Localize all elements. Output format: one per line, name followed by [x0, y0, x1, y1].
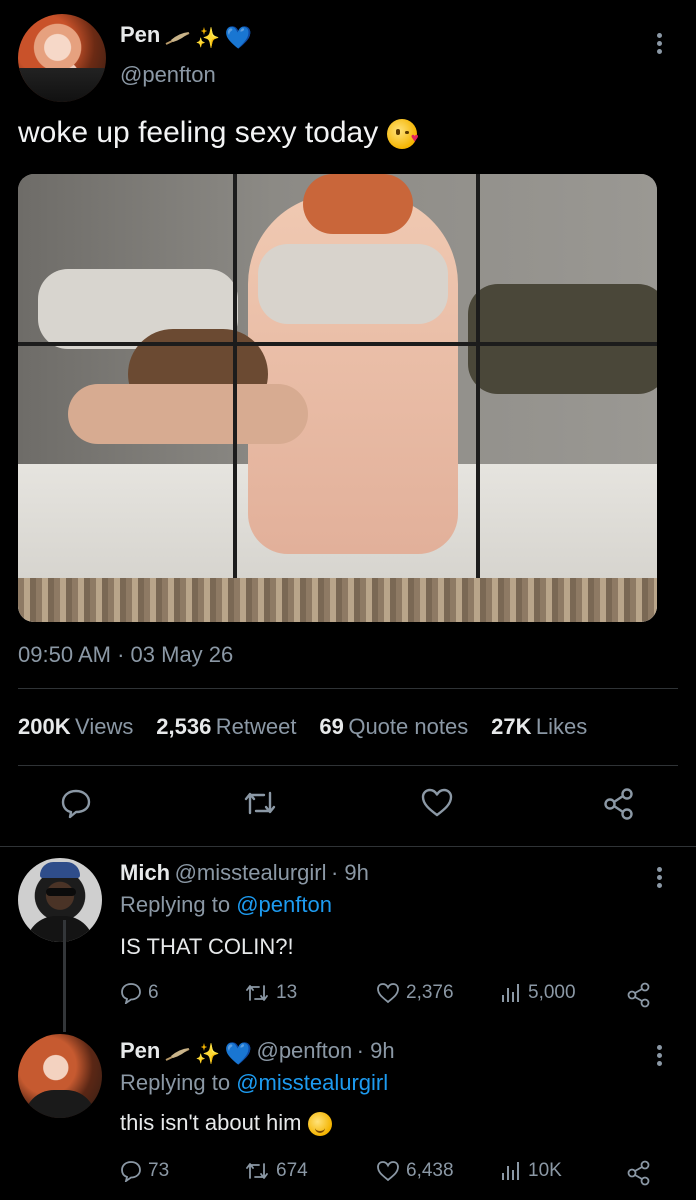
- tweet-date[interactable]: 03 May 26: [131, 642, 234, 667]
- reply-like-count: 2,376: [406, 982, 454, 1003]
- blue-heart-icon: 💙: [224, 1040, 253, 1066]
- reply-text: this isn't about him: [120, 1110, 302, 1135]
- reply-author-handle[interactable]: @misstealurgirl: [175, 860, 327, 885]
- tweet-text-row: woke up feeling sexy today ♥: [18, 116, 419, 150]
- reply-avatar[interactable]: [18, 858, 102, 942]
- reply-author-name[interactable]: Pen: [120, 1038, 160, 1063]
- divider: [18, 765, 678, 766]
- reply-retweet-button[interactable]: 674: [244, 1160, 308, 1182]
- reply-like-button[interactable]: 6,438: [376, 1160, 454, 1182]
- author-avatar[interactable]: [18, 14, 106, 102]
- replying-to-handle[interactable]: @penfton: [236, 892, 332, 917]
- views-label: Views: [75, 714, 134, 739]
- retweet-icon: [246, 1163, 268, 1179]
- author-name[interactable]: Pen: [120, 22, 160, 47]
- comment-icon: [121, 983, 141, 1004]
- likes-stat[interactable]: 27K Likes: [491, 714, 587, 739]
- replying-to-prefix: Replying to: [120, 1070, 231, 1095]
- replying-to: Replying to @misstealurgirl: [120, 1070, 388, 1096]
- retweet-icon[interactable]: [242, 787, 278, 819]
- heart-icon[interactable]: [420, 787, 454, 819]
- reply-views-button[interactable]: 10K: [500, 1160, 562, 1182]
- sparkles-icon: ✨: [195, 1043, 221, 1066]
- retweets-count: 2,536: [156, 714, 212, 739]
- tweet-text: woke up feeling sexy today: [18, 116, 379, 149]
- sparkles-icon: ✨: [195, 27, 221, 50]
- retweet-icon: [246, 985, 268, 1001]
- replying-to: Replying to @penfton: [120, 892, 332, 918]
- retweets-stat[interactable]: 2,536 Retweet: [156, 714, 301, 739]
- share-icon[interactable]: [626, 982, 652, 1013]
- reply-views-count: 5,000: [528, 982, 576, 1003]
- comment-icon: [121, 1161, 141, 1182]
- heart-icon: [377, 983, 399, 1004]
- kissing-face-icon: ♥: [386, 119, 419, 150]
- more-options-icon[interactable]: [656, 30, 662, 57]
- reply-comment-button[interactable]: 6: [120, 982, 159, 1004]
- likes-count: 27K: [491, 714, 532, 739]
- reply-text-row: this isn't about him: [120, 1110, 332, 1137]
- reply-author-handle[interactable]: @penfton: [256, 1038, 352, 1063]
- reply-retweet-button[interactable]: 13: [244, 982, 297, 1004]
- tweet-stats: 200K Views 2,536 Retweet 69 Quote notes …: [18, 714, 587, 740]
- views-chart-icon: [502, 1162, 519, 1180]
- comment-icon[interactable]: [60, 787, 92, 819]
- reply-avatar[interactable]: [18, 1034, 102, 1118]
- reply-retweet-count: 13: [276, 982, 298, 1003]
- reply-header: Pen ✨ 💙 @penfton · 9h: [120, 1038, 395, 1067]
- reply-views-button[interactable]: 5,000: [500, 982, 576, 1004]
- replying-to-prefix: Replying to: [120, 892, 231, 917]
- reply-header: Mich @misstealurgirl · 9h: [120, 860, 369, 886]
- views-stat[interactable]: 200K Views: [18, 714, 138, 739]
- quotes-stat[interactable]: 69 Quote notes: [319, 714, 472, 739]
- tweet-photo[interactable]: [18, 174, 657, 622]
- tweet-time[interactable]: 09:50 AM: [18, 642, 111, 667]
- feather-icon: [165, 31, 190, 45]
- author-name-row[interactable]: Pen ✨ 💙: [120, 22, 252, 51]
- likes-label: Likes: [535, 714, 588, 739]
- more-options-icon[interactable]: [656, 864, 662, 891]
- heart-icon: [377, 1161, 399, 1182]
- reply-author-name[interactable]: Mich: [120, 860, 170, 885]
- reply-retweet-count: 674: [276, 1160, 308, 1181]
- thread-connector: [63, 920, 66, 1032]
- blue-heart-icon: 💙: [224, 24, 253, 50]
- divider: [18, 688, 678, 689]
- reply-comment-button[interactable]: 73: [120, 1160, 169, 1182]
- author-handle[interactable]: @penfton: [120, 62, 216, 88]
- views-count: 200K: [18, 714, 71, 739]
- reply-like-count: 6,438: [406, 1160, 454, 1181]
- feather-icon: [165, 1047, 190, 1061]
- tweet-timestamp-row: 09:50 AM · 03 May 26: [18, 642, 234, 667]
- more-options-icon[interactable]: [656, 1042, 662, 1069]
- quotes-label: Quote notes: [348, 714, 469, 739]
- reply-views-count: 10K: [528, 1160, 562, 1181]
- views-chart-icon: [502, 984, 519, 1002]
- retweets-label: Retweet: [215, 714, 297, 739]
- quotes-count: 69: [319, 714, 344, 739]
- reply-comment-count: 6: [148, 982, 159, 1003]
- divider: [0, 846, 696, 847]
- replying-to-handle[interactable]: @misstealurgirl: [236, 1070, 388, 1095]
- share-icon[interactable]: [602, 787, 636, 821]
- reply-time: · 9h: [330, 860, 369, 885]
- reply-time: · 9h: [356, 1038, 395, 1063]
- reply-comment-count: 73: [148, 1160, 170, 1181]
- share-icon[interactable]: [626, 1160, 652, 1191]
- reply-like-button[interactable]: 2,376: [376, 982, 454, 1004]
- reply-text: IS THAT COLIN?!: [120, 934, 294, 959]
- relieved-face-icon: [307, 1112, 332, 1137]
